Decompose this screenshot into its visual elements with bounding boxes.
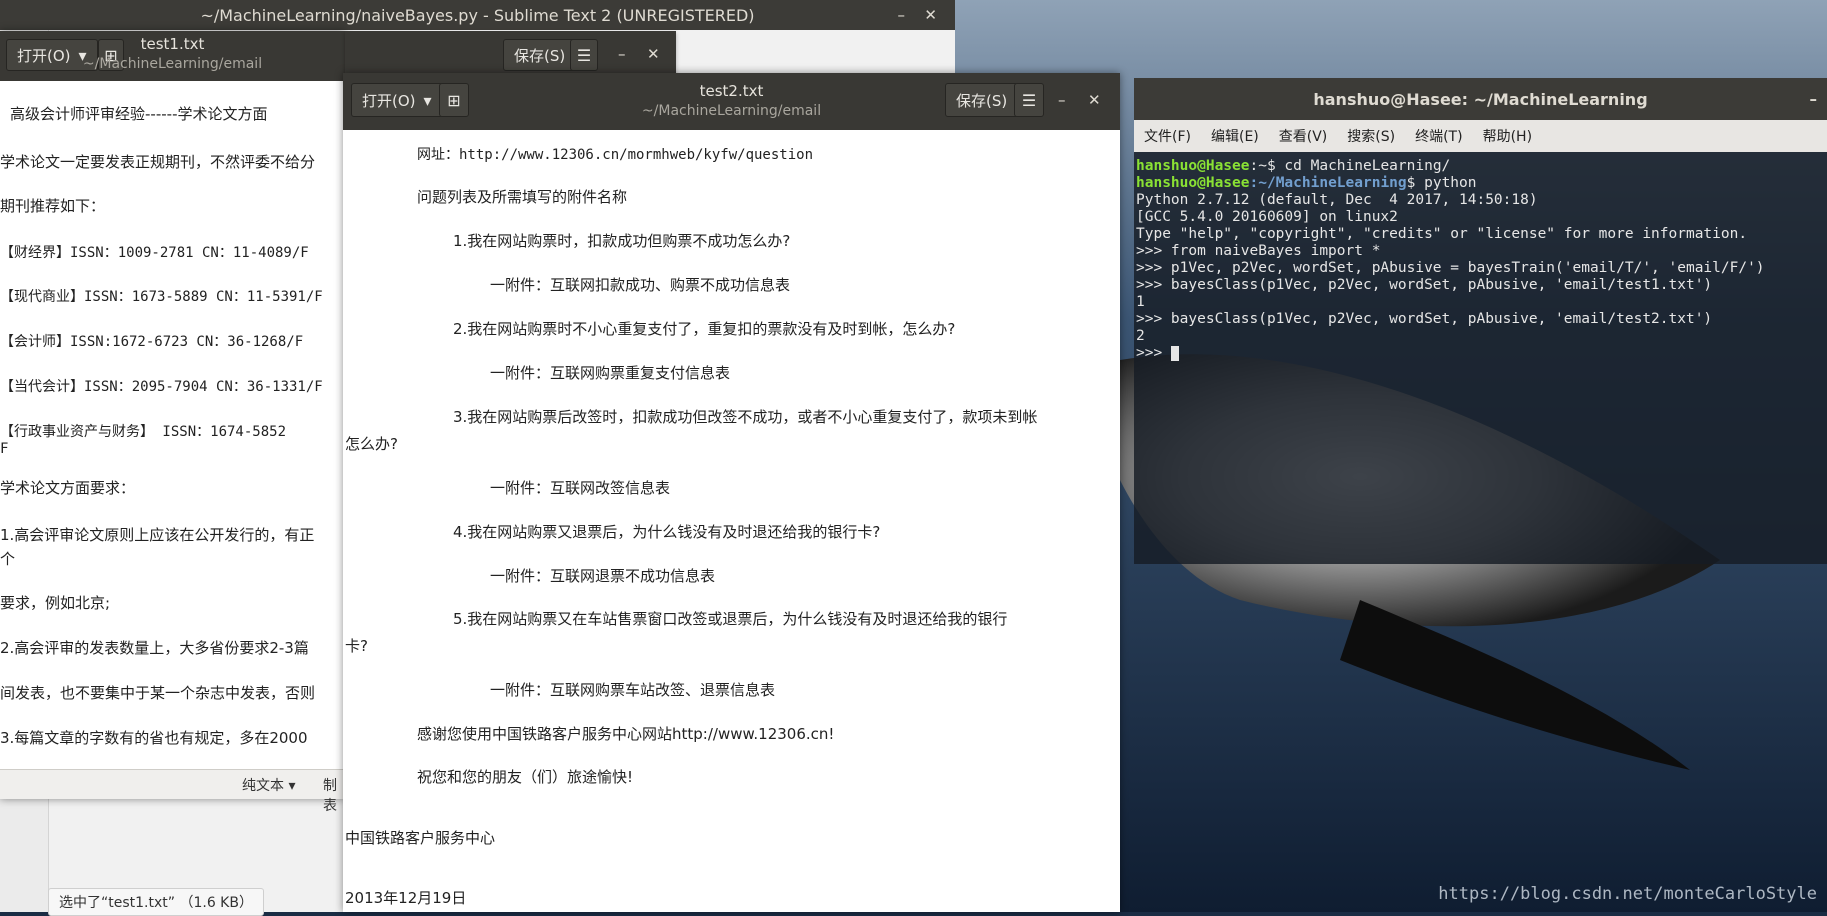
prompt-path: :~/MachineLearning [1249, 175, 1407, 191]
command: python [1424, 175, 1477, 191]
gedit1-title-block: test1.txt ~/MachineLearning/email [0, 35, 345, 72]
prompt-symbol: $ [1406, 175, 1425, 191]
prompt-path: :~$ [1249, 158, 1285, 174]
text-line: 期刊推荐如下： [0, 197, 106, 215]
terminal-line: >>> [1136, 345, 1827, 362]
gedit1-path: ~/MachineLearning/email [82, 56, 263, 72]
menu-edit[interactable]: 编辑(E) [1201, 126, 1269, 146]
text-line: 怎么办? [345, 435, 398, 453]
text-line: 【现代商业】ISSN：1673-5889 CN：11-5391/F [0, 289, 323, 305]
terminal-line: hanshuo@Hasee:~$ cd MachineLearning/ [1136, 158, 1827, 175]
gedit-window-test1: 打开(O) ▾ ⊞ test1.txt ~/MachineLearning/em… [0, 31, 345, 814]
text-line: 【当代会计】ISSN：2095-7904 CN：36-1331/F [0, 379, 323, 395]
gedit1-headerbar: 打开(O) ▾ ⊞ test1.txt ~/MachineLearning/em… [0, 31, 345, 81]
terminal-line: Type "help", "copyright", "credits" or "… [1136, 226, 1748, 242]
terminal-titlebar: hanshuo@Hasee: ~/MachineLearning – [1134, 78, 1827, 120]
sublime-titlebar: ~/MachineLearning/naiveBayes.py - Sublim… [0, 0, 955, 30]
language-label: 纯文本 [242, 778, 284, 794]
terminal-line: 2 [1136, 328, 1145, 344]
prompt-user: hanshuo@Hasee [1136, 175, 1250, 191]
language-selector[interactable]: 纯文本 ▾ [242, 775, 295, 795]
terminal-window: hanshuo@Hasee: ~/MachineLearning – 文件(F)… [1134, 78, 1827, 564]
gedit2-headerbar: 打开(O) ▾ ⊞ test2.txt ~/MachineLearning/em… [343, 73, 1120, 130]
terminal-line: 1 [1136, 294, 1145, 310]
gedit2-close-button[interactable]: ✕ [1088, 91, 1101, 109]
text-line: 1.我在网站购票时，扣款成功但购票不成功怎么办? [453, 232, 791, 250]
terminal-line: >>> p1Vec, p2Vec, wordSet, pAbusive = ba… [1136, 260, 1765, 276]
text-line: 2013年12月19日 [345, 889, 467, 907]
watermark: https://blog.csdn.net/monteCarloStyle [1438, 884, 1817, 904]
gedit2-minimize-button[interactable]: – [1058, 91, 1066, 109]
prompt-user: hanshuo@Hasee [1136, 158, 1250, 174]
gedit2-text-area[interactable]: 网址：http://www.12306.cn/mormhweb/kyfw/que… [343, 130, 1120, 912]
text-line: 感谢您使用中国铁路客户服务中心网站http://www.12306.cn! [417, 725, 835, 743]
menu-file[interactable]: 文件(F) [1134, 126, 1201, 146]
gedit1-status-bar: 纯文本 ▾ 制表 [0, 769, 345, 814]
text-line: 一附件：互联网改签信息表 [490, 479, 671, 497]
text-line: 【会计师】ISSN:1672-6723 CN：36-1268/F [0, 334, 304, 350]
text-line: 学术论文方面要求： [0, 479, 136, 497]
text-line: 一附件：互联网退票不成功信息表 [490, 567, 716, 585]
tab-width-selector[interactable]: 制表 [323, 775, 345, 815]
terminal-minimize-button[interactable]: – [1810, 90, 1818, 108]
gedit1-close-button[interactable]: ✕ [647, 45, 660, 63]
text-line: 一附件：互联网扣款成功、购票不成功信息表 [490, 276, 791, 294]
text-cursor [1170, 345, 1179, 361]
text-line: 2.高会评审的发表数量上，大多省份要求2-3篇 [0, 639, 309, 657]
hamburger-menu-icon: ☰ [576, 45, 592, 65]
text-line: 间发表，也不要集中于某一个杂志中发表，否则 [0, 684, 316, 702]
text-line: 高级会计师评审经验------学术论文方面 [10, 105, 268, 123]
menu-view[interactable]: 查看(V) [1269, 126, 1338, 146]
text-line: 1.高会评审论文原则上应该在公开发行的，有正 [0, 526, 315, 544]
gedit1-minimize-button[interactable]: – [618, 45, 626, 63]
menu-button[interactable]: ☰ [1014, 83, 1044, 117]
text-line: 3.我在网站购票后改签时，扣款成功但改签不成功，或者不小心重复支付了，款项未到帐 [453, 408, 1038, 426]
text-line: 【行政事业资产与财务】 ISSN：1674-5852 [0, 424, 287, 440]
text-line: 2.我在网站购票时不小心重复支付了，重复扣的票款没有及时到帐，怎么办? [453, 320, 956, 338]
text-line: 个 [0, 550, 16, 568]
text-line: 卡? [345, 637, 368, 655]
terminal-line: >>> bayesClass(p1Vec, p2Vec, wordSet, pA… [1136, 277, 1713, 293]
text-line: 3.每篇文章的字数有的省也有规定，多在2000 [0, 729, 308, 747]
text-line: 要求，例如北京; [0, 594, 111, 612]
terminal-line: [GCC 5.4.0 20160609] on linux2 [1136, 209, 1398, 225]
chevron-down-icon: ▾ [288, 778, 296, 794]
gedit-window-test2: 打开(O) ▾ ⊞ test2.txt ~/MachineLearning/em… [343, 73, 1120, 912]
text-line: 5.我在网站购票又在车站售票窗口改签或退票后，为什么钱没有及时退还给我的银行 [453, 610, 1008, 628]
text-line: 4.我在网站购票又退票后，为什么钱没有及时退还给我的银行卡? [453, 523, 881, 541]
gedit1-title: test1.txt [140, 35, 205, 53]
gedit1-text-area[interactable]: 高级会计师评审经验------学术论文方面 学术论文一定要发表正规期刊，不然评委… [0, 81, 345, 799]
text-line: 一附件：互联网购票车站改签、退票信息表 [490, 681, 776, 699]
text-line: 学术论文一定要发表正规期刊，不然评委不给分 [0, 153, 316, 171]
save-button[interactable]: 保存(S) [503, 39, 577, 71]
url-line: 网址：http://www.12306.cn/mormhweb/kyfw/que… [417, 147, 814, 163]
command: cd MachineLearning/ [1284, 158, 1451, 174]
text-line: 祝您和您的朋友（们）旅途愉快! [417, 768, 634, 786]
save-button[interactable]: 保存(S) [945, 83, 1019, 117]
terminal-line: >>> from naiveBayes import * [1136, 243, 1381, 259]
terminal-output[interactable]: hanshuo@Hasee:~$ cd MachineLearning/ han… [1134, 156, 1827, 564]
terminal-title: hanshuo@Hasee: ~/MachineLearning [1313, 89, 1648, 109]
terminal-menubar: 文件(F) 编辑(E) 查看(V) 搜索(S) 终端(T) 帮助(H) [1134, 120, 1827, 152]
text-line: 【财经界】ISSN：1009-2781 CN：11-4089/F [0, 245, 309, 261]
text-line: 问题列表及所需填写的附件名称 [417, 188, 628, 206]
text-line: 一附件：互联网购票重复支付信息表 [490, 364, 731, 382]
text-line: 中国铁路客户服务中心 [345, 829, 496, 847]
menu-search[interactable]: 搜索(S) [1337, 126, 1405, 146]
menu-button[interactable]: ☰ [570, 39, 598, 71]
sublime-minimize-button[interactable]: – [898, 6, 906, 24]
text-line: F [0, 441, 9, 457]
menu-help[interactable]: 帮助(H) [1473, 126, 1542, 146]
menu-terminal[interactable]: 终端(T) [1405, 126, 1472, 146]
terminal-line: Python 2.7.12 (default, Dec 4 2017, 14:5… [1136, 192, 1538, 208]
text-line: 网址：http://www.12306.cn/mormhweb/kyfw/que… [417, 144, 813, 164]
sublime-close-button[interactable]: ✕ [924, 6, 937, 24]
hamburger-menu-icon: ☰ [1021, 90, 1037, 110]
python-prompt: >>> [1136, 345, 1171, 361]
terminal-line: hanshuo@Hasee:~/MachineLearning$ python [1136, 175, 1827, 192]
sublime-title: ~/MachineLearning/naiveBayes.py - Sublim… [200, 5, 755, 25]
terminal-line: >>> bayesClass(p1Vec, p2Vec, wordSet, pA… [1136, 311, 1713, 327]
